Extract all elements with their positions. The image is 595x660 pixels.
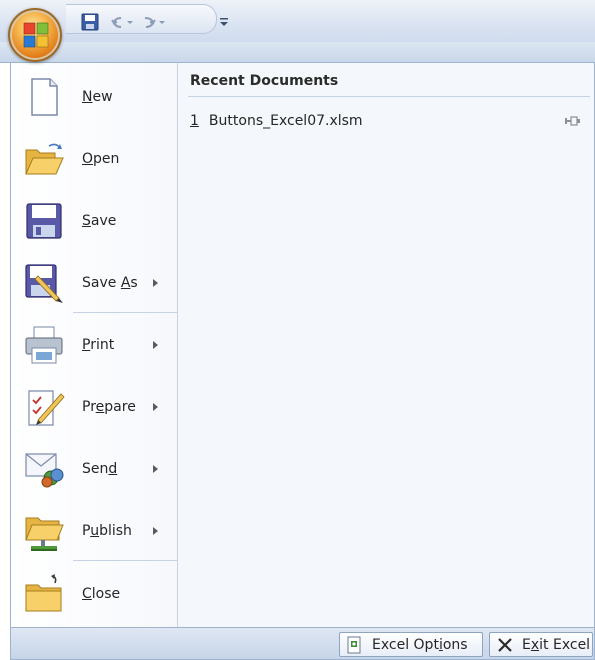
office-button[interactable] — [8, 8, 62, 62]
menu-item-save-as[interactable]: Save As — [11, 257, 177, 309]
menu-item-label: Publish — [82, 523, 132, 539]
menu-item-print[interactable]: Print — [11, 319, 177, 371]
menu-item-label: New — [82, 89, 113, 105]
submenu-arrow-icon — [153, 279, 158, 287]
send-icon — [25, 453, 64, 488]
close-folder-icon — [25, 574, 62, 612]
excel-options-button[interactable]: Excel Options — [339, 632, 483, 657]
menu-item-label: Send — [82, 461, 118, 477]
submenu-arrow-icon — [153, 527, 158, 535]
ribbon-strip — [0, 42, 595, 63]
undo-icon[interactable] — [110, 11, 136, 33]
menu-separator — [73, 560, 177, 561]
recent-document-number: 1 — [190, 113, 199, 129]
close-x-icon — [498, 637, 512, 652]
pin-icon[interactable] — [562, 114, 582, 128]
exit-excel-label: Exit Excel — [522, 636, 591, 653]
header-divider — [188, 96, 590, 97]
menu-item-open[interactable]: Open — [11, 133, 177, 185]
menu-item-label: Close — [82, 586, 121, 602]
menu-item-save[interactable]: Save — [11, 195, 177, 247]
recent-documents-header: Recent Documents — [190, 73, 339, 89]
save-disk-icon — [26, 203, 62, 239]
printer-icon — [25, 326, 63, 364]
options-icon — [347, 636, 361, 653]
menu-separator — [73, 312, 177, 313]
customize-icon[interactable] — [216, 11, 232, 33]
exit-excel-button[interactable]: Exit Excel — [489, 632, 593, 657]
save-as-icon — [25, 264, 63, 303]
redo-icon[interactable] — [142, 11, 168, 33]
recent-document-item[interactable]: 1 Buttons_Excel07.xlsm — [190, 110, 588, 132]
menu-item-new[interactable]: New — [11, 71, 177, 123]
quick-access-toolbar — [66, 4, 228, 34]
menu-item-send[interactable]: Send — [11, 443, 177, 495]
open-folder-icon — [25, 143, 64, 175]
menu-commands: New Open Save Save As Print Prepare Send… — [11, 63, 178, 627]
menu-item-prepare[interactable]: Prepare — [11, 381, 177, 433]
office-logo-icon — [23, 22, 49, 48]
recent-document-name: Buttons_Excel07.xlsm — [208, 113, 363, 129]
submenu-arrow-icon — [153, 465, 158, 473]
prepare-icon — [28, 390, 65, 426]
excel-options-label: Excel Options — [372, 636, 468, 653]
menu-item-publish[interactable]: Publish — [11, 505, 177, 557]
menu-item-label: Save As — [82, 275, 138, 291]
menu-item-label: Prepare — [82, 399, 136, 415]
menu-item-label: Save — [82, 213, 117, 229]
menu-item-label: Print — [82, 337, 115, 353]
office-menu: New Open Save Save As Print Prepare Send… — [10, 62, 595, 628]
save-icon[interactable] — [80, 11, 100, 33]
publish-icon — [25, 517, 64, 551]
menu-item-label: Open — [82, 151, 120, 167]
submenu-arrow-icon — [153, 403, 158, 411]
menu-item-close[interactable]: Close — [11, 568, 177, 620]
new-document-icon — [31, 78, 58, 116]
menu-footer: Excel Options Exit Excel — [10, 628, 595, 660]
submenu-arrow-icon — [153, 341, 158, 349]
recent-documents-pane: Recent Documents 1 Buttons_Excel07.xlsm — [178, 63, 594, 627]
